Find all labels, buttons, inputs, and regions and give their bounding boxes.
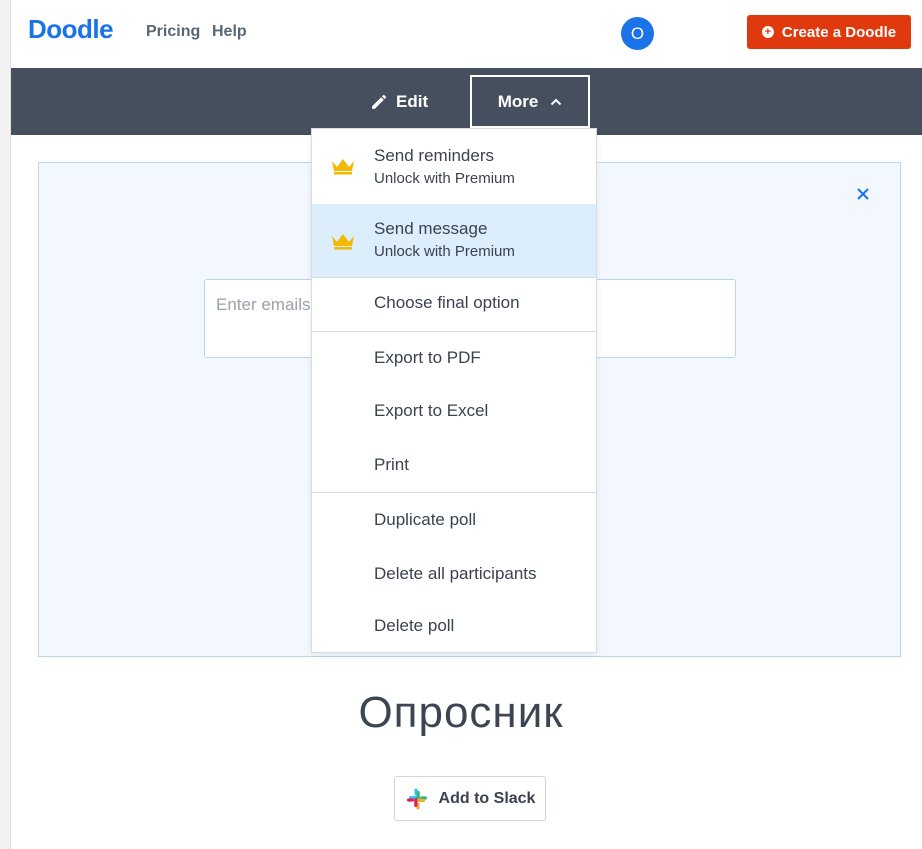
edit-label: Edit	[396, 92, 429, 111]
menu-item-export-pdf[interactable]: Export to PDF	[312, 332, 596, 385]
duplicate-poll-label: Duplicate poll	[374, 510, 477, 529]
menu-item-export-excel[interactable]: Export to Excel	[312, 385, 596, 439]
send-message-premium-note: Unlock with Premium	[374, 243, 515, 260]
create-doodle-button[interactable]: + Create a Doodle	[747, 15, 911, 49]
menu-item-send-reminders[interactable]: Send reminders Unlock with Premium	[312, 129, 596, 204]
nav-pricing-link[interactable]: Pricing	[146, 23, 200, 41]
menu-item-print[interactable]: Print	[312, 439, 596, 492]
nav-help-link[interactable]: Help	[212, 23, 247, 41]
send-message-label: Send message	[374, 219, 488, 238]
doodle-logo[interactable]: Doodle	[28, 14, 114, 45]
add-to-slack-button[interactable]: Add to Slack	[394, 776, 546, 821]
choose-final-option-label: Choose final option	[374, 293, 520, 312]
export-pdf-label: Export to PDF	[374, 348, 481, 367]
slack-icon	[406, 788, 427, 809]
delete-poll-label: Delete poll	[374, 616, 455, 635]
add-to-slack-label: Add to Slack	[438, 789, 536, 807]
pencil-icon	[372, 94, 387, 109]
plus-circle-icon: +	[761, 26, 774, 38]
menu-item-choose-final-option[interactable]: Choose final option	[312, 278, 596, 331]
print-label: Print	[374, 455, 409, 474]
edit-button[interactable]: Edit	[370, 88, 428, 116]
more-dropdown-menu: Send reminders Unlock with Premium Send …	[311, 128, 597, 653]
chevron-up-icon	[551, 98, 562, 105]
crown-icon	[332, 159, 354, 175]
export-excel-label: Export to Excel	[374, 401, 489, 420]
menu-item-delete-poll[interactable]: Delete poll	[312, 600, 596, 652]
delete-all-participants-label: Delete all participants	[374, 564, 537, 583]
menu-item-send-message[interactable]: Send message Unlock with Premium	[312, 204, 596, 277]
top-header: Doodle Pricing Help O + Create a Doodle	[11, 0, 922, 68]
user-avatar[interactable]: O	[621, 17, 654, 50]
create-doodle-label: Create a Doodle	[781, 23, 897, 41]
send-reminders-premium-note: Unlock with Premium	[374, 170, 515, 187]
more-button[interactable]: More	[470, 75, 590, 128]
send-reminders-label: Send reminders	[374, 146, 495, 165]
menu-item-duplicate-poll[interactable]: Duplicate poll	[312, 493, 596, 547]
close-icon[interactable]	[853, 185, 873, 205]
more-label: More	[497, 91, 539, 111]
menu-item-delete-all-participants[interactable]: Delete all participants	[312, 547, 596, 600]
poll-toolbar: Edit More	[11, 68, 922, 135]
crown-icon	[332, 234, 354, 250]
poll-title: Опросник	[358, 688, 564, 737]
